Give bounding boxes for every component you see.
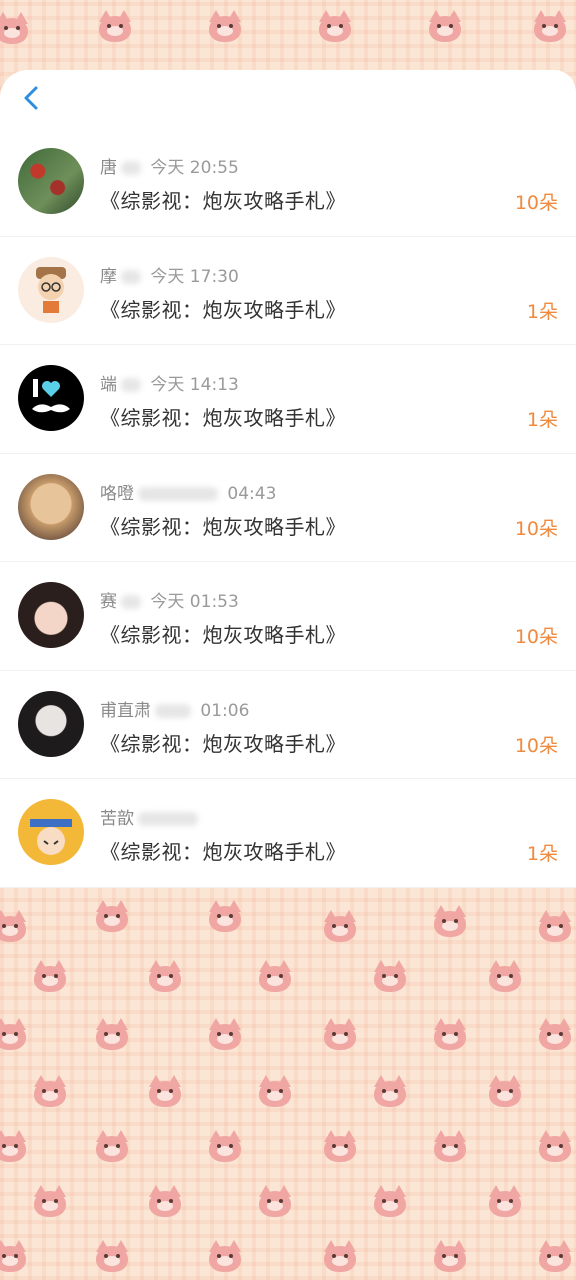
user-name: 端: [100, 375, 117, 395]
list-item[interactable]: 苦歆 《综影视：炮灰攻略手札》 1朵: [0, 779, 576, 888]
timestamp: 04:43: [227, 483, 277, 504]
book-title: 《综影视：炮灰攻略手札》: [100, 406, 346, 430]
user-name: 甫直肃: [100, 700, 151, 721]
i-love-mustache-icon: [32, 379, 70, 413]
back-button[interactable]: [18, 82, 48, 114]
list-item[interactable]: 赛 今天 01:53 《综影视：炮灰攻略手札》 10朵: [0, 562, 576, 671]
book-title: 《综影视：炮灰攻略手札》: [100, 623, 346, 647]
user-name: 咯噔: [100, 483, 134, 504]
avatar[interactable]: [18, 582, 84, 648]
cartoon-boy-icon: [36, 266, 66, 313]
gift-amount: 10朵: [514, 626, 558, 648]
avatar[interactable]: [18, 365, 84, 431]
timestamp: 今天 17:30: [150, 266, 239, 287]
naruto-icon: [30, 819, 72, 855]
user-name: 摩: [100, 266, 117, 287]
timestamp: 01:06: [200, 700, 250, 721]
chevron-left-icon: [24, 86, 38, 110]
list-item[interactable]: 摩 今天 17:30 《综影视：炮灰攻略手札》 1朵: [0, 237, 576, 345]
book-title: 《综影视：炮灰攻略手札》: [100, 840, 346, 864]
avatar[interactable]: [18, 473, 84, 540]
avatar[interactable]: [18, 799, 84, 865]
avatar[interactable]: [18, 256, 84, 323]
gift-amount: 10朵: [514, 517, 558, 540]
user-name: 苦歆: [100, 809, 134, 829]
gift-amount: 1朵: [526, 843, 558, 865]
user-name: 唐: [100, 158, 117, 178]
book-title: 《综影视：炮灰攻略手札》: [100, 514, 346, 539]
header-bar: [0, 70, 576, 128]
list-item[interactable]: 咯噔 04:43 《综影视：炮灰攻略手札》 10朵: [0, 454, 576, 562]
gift-list: 唐 今天 20:55 《综影视：炮灰攻略手札》 10朵 摩 今天 17:30 《…: [0, 128, 576, 888]
gift-amount: 10朵: [514, 192, 558, 214]
timestamp: 今天 20:55: [150, 158, 239, 178]
list-item[interactable]: 唐 今天 20:55 《综影视：炮灰攻略手札》 10朵: [0, 128, 576, 237]
book-title: 《综影视：炮灰攻略手札》: [100, 297, 346, 322]
top-pattern: [0, 0, 576, 80]
book-title: 《综影视：炮灰攻略手札》: [100, 731, 346, 756]
timestamp: 今天 14:13: [150, 375, 239, 395]
bottom-pattern: [0, 890, 576, 1280]
user-name: 赛: [100, 592, 117, 612]
gift-amount: 1朵: [526, 409, 558, 431]
gift-amount: 1朵: [526, 300, 558, 323]
timestamp: 今天 01:53: [150, 592, 239, 612]
book-title: 《综影视：炮灰攻略手札》: [100, 189, 346, 213]
gift-amount: 10朵: [514, 734, 558, 757]
avatar[interactable]: [18, 690, 84, 757]
list-item[interactable]: 端 今天 14:13 《综影视：炮灰攻略手札》 1朵: [0, 345, 576, 454]
avatar[interactable]: [18, 148, 84, 214]
list-item[interactable]: 甫直肃 01:06 《综影视：炮灰攻略手札》 10朵: [0, 671, 576, 779]
